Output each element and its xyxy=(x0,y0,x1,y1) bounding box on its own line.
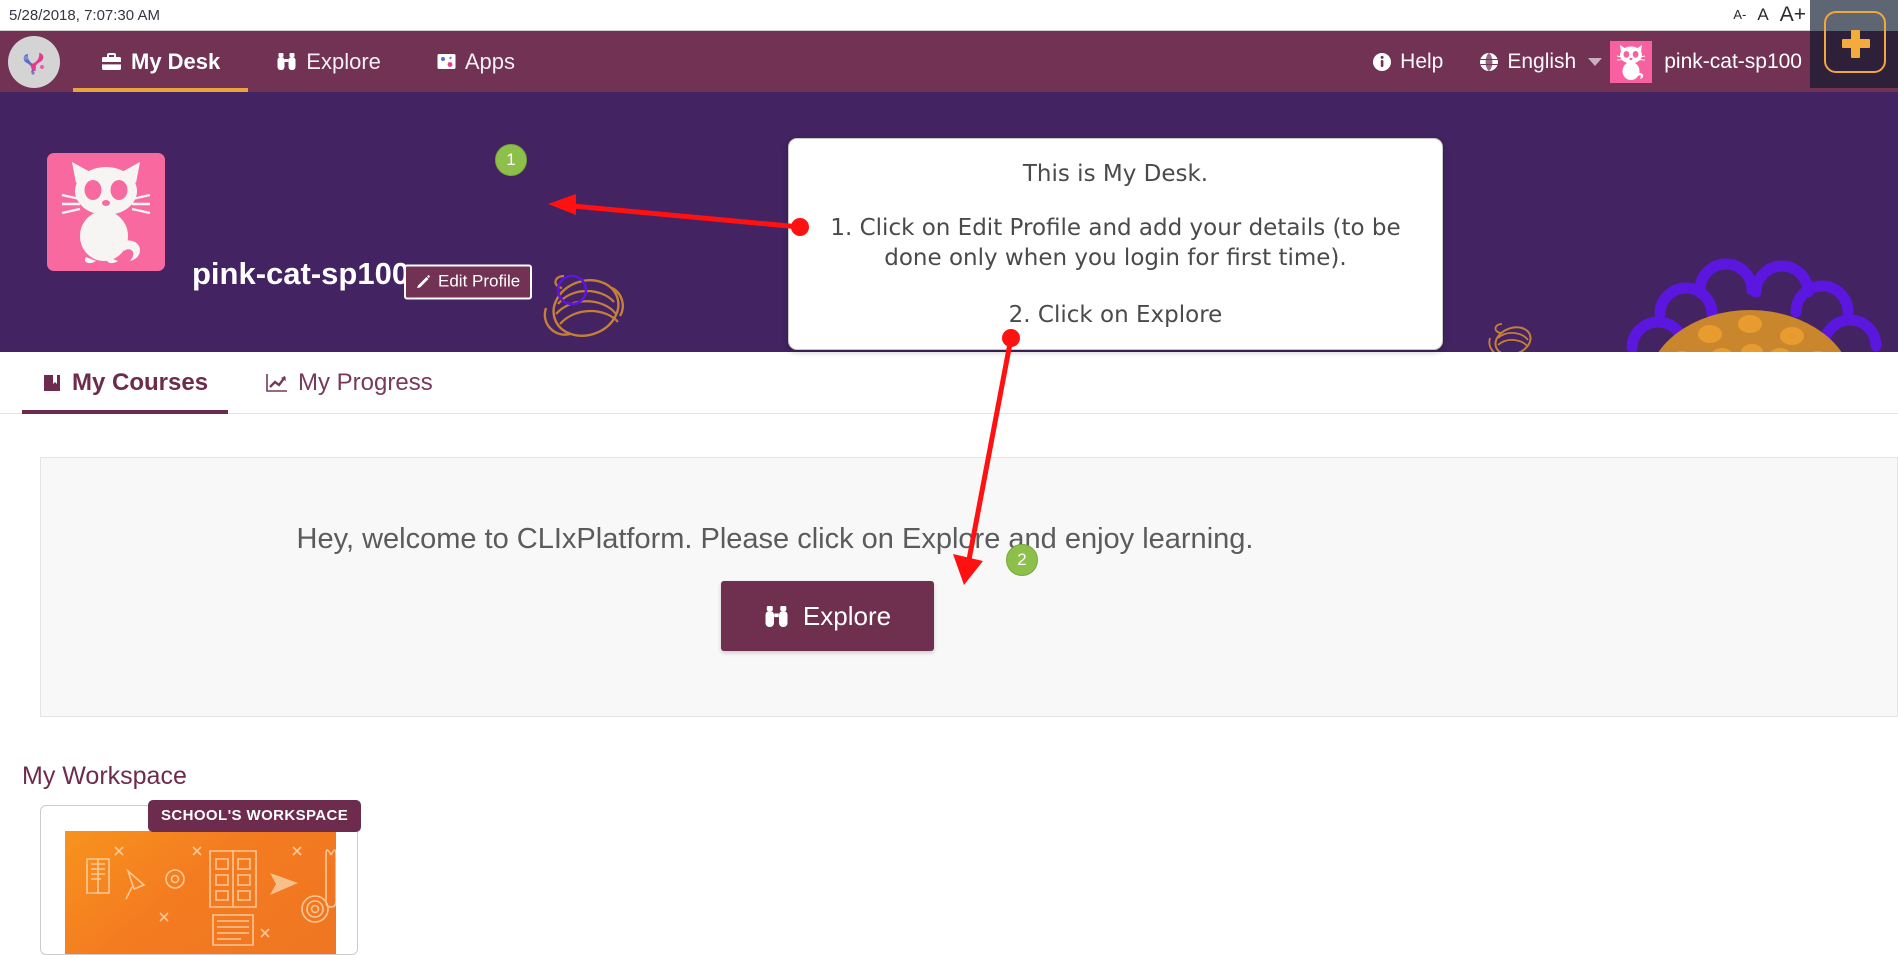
workspace-card-thumbnail xyxy=(65,831,336,954)
chevron-down-icon[interactable] xyxy=(1588,57,1603,66)
step-badge-1: 1 xyxy=(495,144,527,176)
chart-line-icon xyxy=(266,373,288,393)
book-icon xyxy=(42,373,62,393)
explore-button[interactable]: Explore xyxy=(721,581,934,651)
navbar-primary-nav: My Desk Explore Apps xyxy=(73,31,543,92)
page-datetime: 5/28/2018, 7:07:30 AM xyxy=(9,7,160,24)
binoculars-icon xyxy=(276,52,297,71)
browser-status-strip: 5/28/2018, 7:07:30 AM A- A A+ xyxy=(0,0,1898,31)
workspace-card-ribbon: SCHOOL'S WORKSPACE xyxy=(148,800,362,832)
apps-image-icon xyxy=(437,53,456,70)
content-tabs: My Courses My Progress xyxy=(0,352,1898,414)
font-size-normal-button[interactable]: A xyxy=(1757,3,1768,27)
binoculars-icon xyxy=(764,605,789,628)
globe-icon xyxy=(1479,52,1499,72)
profile-avatar[interactable] xyxy=(47,153,165,271)
small-yarn-decor-icon xyxy=(1488,323,1532,352)
font-size-decrease-button[interactable]: A- xyxy=(1733,3,1746,27)
welcome-message: Hey, welcome to CLIxPlatform. Please cli… xyxy=(296,523,1254,555)
corner-add-panel xyxy=(1810,0,1898,88)
tab-my-courses[interactable]: My Courses xyxy=(22,352,229,414)
clix-logo-glyph xyxy=(23,53,44,75)
nav-item-my-desk[interactable]: My Desk xyxy=(73,31,249,92)
edit-profile-button[interactable]: Edit Profile xyxy=(404,264,533,300)
callout-step-1: 1. Click on Edit Profile and add your de… xyxy=(830,214,1401,272)
nav-item-help[interactable]: Help xyxy=(1354,50,1461,74)
clix-logo-icon[interactable] xyxy=(8,36,60,88)
edit-profile-button-label: Edit Profile xyxy=(438,271,521,291)
plus-icon[interactable] xyxy=(1824,11,1886,73)
avatar[interactable] xyxy=(1610,40,1653,83)
nav-item-my-desk-label: My Desk xyxy=(131,48,221,74)
explore-button-label: Explore xyxy=(802,600,892,631)
info-circle-icon xyxy=(1372,52,1392,72)
nav-username-label[interactable]: pink-cat-sp100 xyxy=(1664,50,1810,74)
tab-my-progress[interactable]: My Progress xyxy=(248,352,451,414)
pink-cat-avatar-large-glyph xyxy=(61,162,151,264)
step-badge-2-label: 2 xyxy=(1017,550,1027,569)
nav-item-language-label: English xyxy=(1507,49,1577,73)
font-size-increase-button[interactable]: A+ xyxy=(1780,3,1806,27)
orange-learning-illustration xyxy=(86,846,336,946)
pink-cat-avatar-glyph xyxy=(1617,44,1646,80)
step-badge-2: 2 xyxy=(1006,544,1038,576)
nav-item-explore-label: Explore xyxy=(306,48,381,74)
main-navbar: My Desk Explore Apps Help English pink-c… xyxy=(0,31,1898,92)
section-title-my-workspace: My Workspace xyxy=(22,762,187,790)
briefcase-icon xyxy=(101,52,122,71)
step-badge-1-label: 1 xyxy=(506,150,516,169)
nav-item-apps-label: Apps xyxy=(464,48,516,74)
tab-my-courses-label: My Courses xyxy=(72,369,209,396)
yarn-ball-decor-icon xyxy=(543,274,625,337)
nav-item-help-label: Help xyxy=(1400,49,1444,73)
navbar-secondary-nav: Help English pink-cat-sp100 xyxy=(1354,31,1810,92)
pencil-icon xyxy=(415,274,431,290)
nav-item-apps[interactable]: Apps xyxy=(409,31,543,92)
page-title: pink-cat-sp100 xyxy=(192,256,410,291)
welcome-panel: Hey, welcome to CLIxPlatform. Please cli… xyxy=(40,457,1898,717)
onboarding-callout: This is My Desk. 1. Click on Edit Profil… xyxy=(788,138,1443,350)
callout-title: This is My Desk. xyxy=(1022,161,1209,187)
sunflower-decor-icon xyxy=(1626,258,1882,352)
font-size-controls: A- A A+ xyxy=(1733,3,1806,27)
nav-item-language[interactable]: English xyxy=(1461,50,1594,74)
callout-step-2: 2. Click on Explore xyxy=(1008,301,1223,328)
nav-item-explore[interactable]: Explore xyxy=(248,31,409,92)
tab-my-progress-label: My Progress xyxy=(298,369,433,396)
